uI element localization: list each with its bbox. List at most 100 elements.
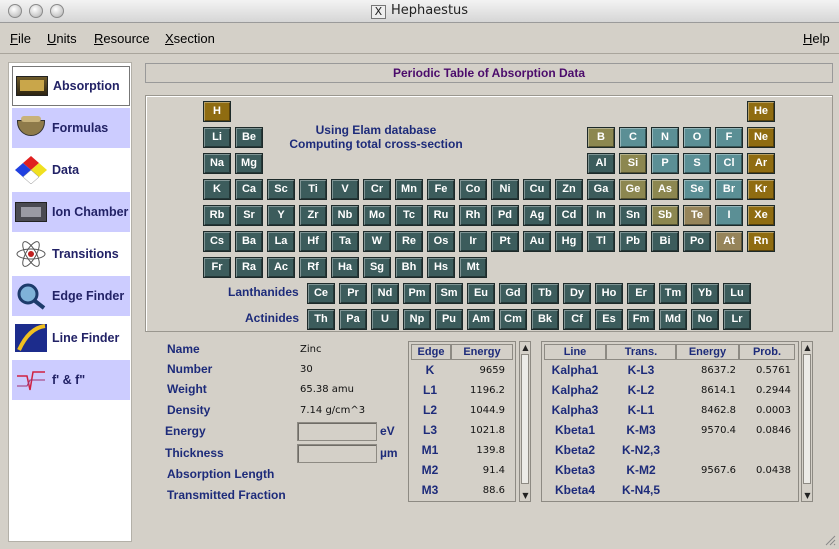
element-button-cr[interactable]: Cr <box>363 179 391 200</box>
scroll-up-arrow-icon[interactable]: ▲ <box>803 343 812 352</box>
element-button-n[interactable]: N <box>651 127 679 148</box>
element-button-cd[interactable]: Cd <box>555 205 583 226</box>
element-button-pu[interactable]: Pu <box>435 309 463 330</box>
element-button-li[interactable]: Li <box>203 127 231 148</box>
element-button-na[interactable]: Na <box>203 153 231 174</box>
element-button-se[interactable]: Se <box>683 179 711 200</box>
element-button-kr[interactable]: Kr <box>747 179 775 200</box>
element-button-sm[interactable]: Sm <box>435 283 463 304</box>
element-button-fm[interactable]: Fm <box>627 309 655 330</box>
element-button-tm[interactable]: Tm <box>659 283 687 304</box>
sidebar-item-data[interactable]: Data <box>12 150 130 190</box>
element-button-tb[interactable]: Tb <box>531 283 559 304</box>
element-button-ti[interactable]: Ti <box>299 179 327 200</box>
element-button-ta[interactable]: Ta <box>331 231 359 252</box>
element-button-rn[interactable]: Rn <box>747 231 775 252</box>
element-button-c[interactable]: C <box>619 127 647 148</box>
element-button-si[interactable]: Si <box>619 153 647 174</box>
element-button-hs[interactable]: Hs <box>427 257 455 278</box>
element-button-k[interactable]: K <box>203 179 231 200</box>
sidebar-item-formulas[interactable]: Formulas <box>12 108 130 148</box>
element-button-re[interactable]: Re <box>395 231 423 252</box>
element-button-zn[interactable]: Zn <box>555 179 583 200</box>
element-button-ar[interactable]: Ar <box>747 153 775 174</box>
element-button-es[interactable]: Es <box>595 309 623 330</box>
lines-table-scrollbar[interactable]: ▲ ▼ <box>801 341 813 502</box>
element-button-er[interactable]: Er <box>627 283 655 304</box>
element-button-md[interactable]: Md <box>659 309 687 330</box>
element-button-au[interactable]: Au <box>523 231 551 252</box>
element-button-in[interactable]: In <box>587 205 615 226</box>
element-button-yb[interactable]: Yb <box>691 283 719 304</box>
element-button-br[interactable]: Br <box>715 179 743 200</box>
element-button-w[interactable]: W <box>363 231 391 252</box>
element-button-i[interactable]: I <box>715 205 743 226</box>
element-button-la[interactable]: La <box>267 231 295 252</box>
sidebar-item-line-finder[interactable]: Line Finder <box>12 318 130 358</box>
element-button-ca[interactable]: Ca <box>235 179 263 200</box>
element-button-ag[interactable]: Ag <box>523 205 551 226</box>
element-button-rh[interactable]: Rh <box>459 205 487 226</box>
element-button-eu[interactable]: Eu <box>467 283 495 304</box>
element-button-o[interactable]: O <box>683 127 711 148</box>
element-button-os[interactable]: Os <box>427 231 455 252</box>
element-button-ba[interactable]: Ba <box>235 231 263 252</box>
element-button-f[interactable]: F <box>715 127 743 148</box>
element-button-po[interactable]: Po <box>683 231 711 252</box>
element-button-ho[interactable]: Ho <box>595 283 623 304</box>
element-button-pm[interactable]: Pm <box>403 283 431 304</box>
sidebar-item-edge-finder[interactable]: Edge Finder <box>12 276 130 316</box>
element-button-at[interactable]: At <box>715 231 743 252</box>
scroll-thumb[interactable] <box>803 354 811 484</box>
element-button-sg[interactable]: Sg <box>363 257 391 278</box>
element-button-bi[interactable]: Bi <box>651 231 679 252</box>
element-button-lr[interactable]: Lr <box>723 309 751 330</box>
element-button-nb[interactable]: Nb <box>331 205 359 226</box>
element-button-ra[interactable]: Ra <box>235 257 263 278</box>
sidebar-item-transitions[interactable]: Transitions <box>12 234 130 274</box>
element-button-ac[interactable]: Ac <box>267 257 295 278</box>
element-button-mn[interactable]: Mn <box>395 179 423 200</box>
element-button-tl[interactable]: Tl <box>587 231 615 252</box>
menu-units[interactable]: Units <box>47 31 77 46</box>
element-button-nd[interactable]: Nd <box>371 283 399 304</box>
element-button-pa[interactable]: Pa <box>339 309 367 330</box>
element-button-be[interactable]: Be <box>235 127 263 148</box>
resize-grip-icon[interactable] <box>824 534 836 546</box>
element-button-ga[interactable]: Ga <box>587 179 615 200</box>
element-button-h[interactable]: H <box>203 101 231 122</box>
element-button-am[interactable]: Am <box>467 309 495 330</box>
element-button-ha[interactable]: Ha <box>331 257 359 278</box>
scroll-thumb[interactable] <box>521 354 529 484</box>
element-button-cs[interactable]: Cs <box>203 231 231 252</box>
element-button-ne[interactable]: Ne <box>747 127 775 148</box>
element-button-pd[interactable]: Pd <box>491 205 519 226</box>
element-button-s[interactable]: S <box>683 153 711 174</box>
scroll-down-arrow-icon[interactable]: ▼ <box>803 491 812 500</box>
element-button-u[interactable]: U <box>371 309 399 330</box>
element-button-fr[interactable]: Fr <box>203 257 231 278</box>
element-button-cu[interactable]: Cu <box>523 179 551 200</box>
element-button-cf[interactable]: Cf <box>563 309 591 330</box>
element-button-no[interactable]: No <box>691 309 719 330</box>
element-button-sn[interactable]: Sn <box>619 205 647 226</box>
menu-resource[interactable]: Resource <box>94 31 150 46</box>
element-button-tc[interactable]: Tc <box>395 205 423 226</box>
element-button-bh[interactable]: Bh <box>395 257 423 278</box>
element-button-bk[interactable]: Bk <box>531 309 559 330</box>
element-button-sc[interactable]: Sc <box>267 179 295 200</box>
element-button-pr[interactable]: Pr <box>339 283 367 304</box>
element-button-pt[interactable]: Pt <box>491 231 519 252</box>
menu-xsection[interactable]: Xsection <box>165 31 215 46</box>
element-button-gd[interactable]: Gd <box>499 283 527 304</box>
element-button-lu[interactable]: Lu <box>723 283 751 304</box>
element-button-xe[interactable]: Xe <box>747 205 775 226</box>
element-button-zr[interactable]: Zr <box>299 205 327 226</box>
element-button-dy[interactable]: Dy <box>563 283 591 304</box>
element-button-hf[interactable]: Hf <box>299 231 327 252</box>
element-button-ni[interactable]: Ni <box>491 179 519 200</box>
edge-table-scrollbar[interactable]: ▲ ▼ <box>519 341 531 502</box>
sidebar-item-f-prime[interactable]: f' & f" <box>12 360 130 400</box>
element-button-te[interactable]: Te <box>683 205 711 226</box>
element-button-co[interactable]: Co <box>459 179 487 200</box>
